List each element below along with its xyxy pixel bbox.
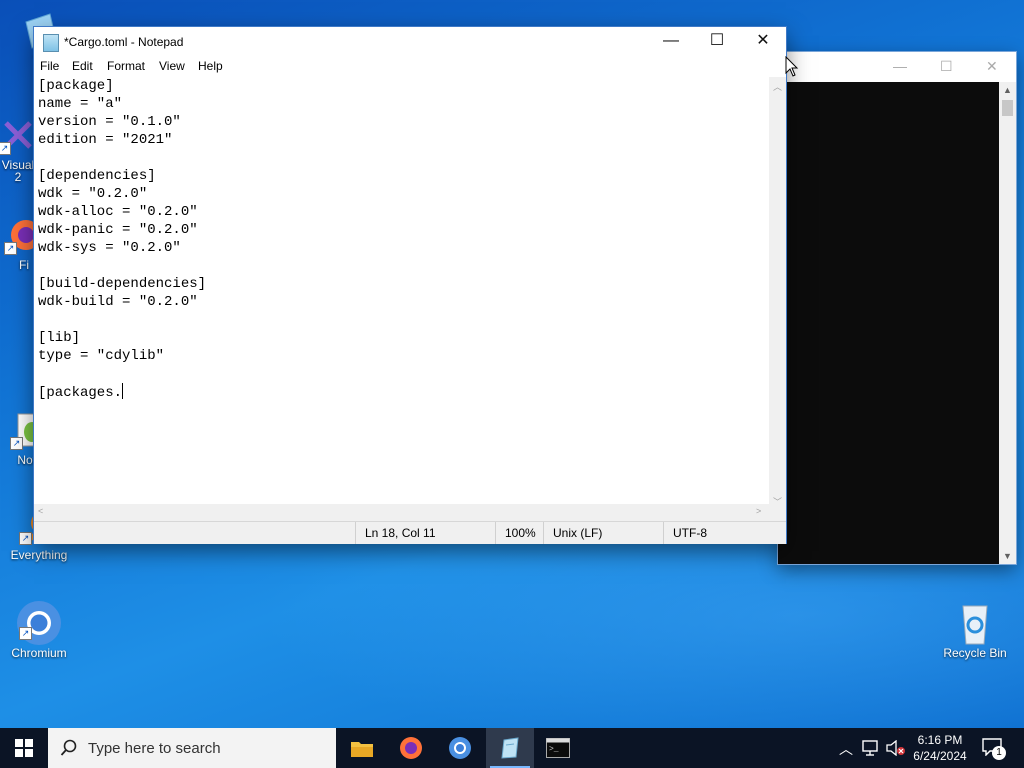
recycle-bin-icon <box>955 600 995 645</box>
status-cursor-position: Ln 18, Col 11 <box>355 522 495 544</box>
chromium-icon <box>449 737 471 759</box>
taskbar-terminal[interactable]: >_ <box>534 728 582 768</box>
status-bar: Ln 18, Col 11 100% Unix (LF) UTF-8 <box>34 521 786 544</box>
console-output[interactable] <box>778 82 999 564</box>
taskbar-firefox[interactable] <box>387 728 435 768</box>
scroll-down-icon[interactable]: ▼ <box>999 551 1016 561</box>
minimize-icon[interactable]: — <box>893 58 907 74</box>
visual-studio-icon: ↗ <box>0 115 38 155</box>
menu-format[interactable]: Format <box>107 59 145 73</box>
clock-time: 6:16 PM <box>917 733 963 747</box>
scroll-left-icon[interactable]: < <box>38 506 43 516</box>
scroll-right-icon[interactable]: > <box>756 506 761 516</box>
network-icon[interactable] <box>862 740 880 756</box>
search-icon <box>60 739 77 756</box>
notification-center-button[interactable]: 1 <box>982 738 1006 760</box>
desktop-icon-recycle-bin[interactable]: Recycle Bin <box>937 600 1013 660</box>
taskbar-chromium[interactable] <box>436 728 484 768</box>
terminal-icon: >_ <box>546 738 570 758</box>
console-titlebar[interactable]: — ☐ ✕ <box>778 52 1016 82</box>
menu-file[interactable]: File <box>40 59 59 73</box>
folder-icon <box>351 742 373 757</box>
console-vertical-scrollbar[interactable]: ▲ ▼ <box>999 82 1016 564</box>
desktop-icon-label: Everything <box>10 548 68 562</box>
text-caret <box>122 383 124 399</box>
windows-logo-icon <box>15 739 33 757</box>
search-placeholder: Type here to search <box>88 740 221 757</box>
mouse-cursor-icon <box>785 56 799 77</box>
menu-view[interactable]: View <box>159 59 185 73</box>
clock-date: 6/24/2024 <box>913 749 967 763</box>
minimize-icon: — <box>663 32 679 49</box>
notepad-titlebar[interactable]: *Cargo.toml - Notepad — ☐ ✕ <box>34 27 786 57</box>
console-window[interactable]: — ☐ ✕ ▲ ▼ <box>778 52 1016 564</box>
desktop: Th ↗ Visual 2 ↗ Fi ↗ Note ↗ Everything <box>0 0 1024 728</box>
window-title: *Cargo.toml - Notepad <box>64 35 184 49</box>
menu-bar: File Edit Format View Help <box>34 57 786 77</box>
notification-count-badge: 1 <box>992 746 1006 760</box>
menu-edit[interactable]: Edit <box>72 59 93 73</box>
horizontal-scrollbar[interactable]: < > <box>34 504 769 521</box>
menu-help[interactable]: Help <box>198 59 223 73</box>
desktop-icon-label: Chromium <box>11 646 67 660</box>
taskbar-notepad[interactable] <box>486 728 534 768</box>
firefox-icon <box>400 737 422 759</box>
maximize-icon: ☐ <box>709 32 725 49</box>
status-encoding: UTF-8 <box>663 522 773 544</box>
shortcut-arrow-icon: ↗ <box>0 142 11 155</box>
show-hidden-icons-chevron-icon[interactable]: ︿ <box>839 739 853 759</box>
maximize-button[interactable]: ☐ <box>694 27 740 57</box>
scroll-up-icon[interactable]: ︿ <box>773 80 782 93</box>
shortcut-arrow-icon: ↗ <box>19 627 32 640</box>
taskbar-file-explorer[interactable] <box>338 728 386 768</box>
volume-muted-icon[interactable] <box>886 740 906 756</box>
close-icon[interactable]: ✕ <box>986 58 998 75</box>
shortcut-arrow-icon: ↗ <box>4 242 17 255</box>
start-button[interactable] <box>0 728 48 768</box>
status-zoom: 100% <box>495 522 545 544</box>
maximize-icon[interactable]: ☐ <box>940 58 953 75</box>
scroll-thumb[interactable] <box>1002 100 1013 116</box>
shortcut-arrow-icon: ↗ <box>19 532 32 545</box>
taskbar-search-box[interactable]: Type here to search <box>48 728 336 768</box>
clock[interactable]: 6:16 PM 6/24/2024 <box>905 732 975 764</box>
taskbar: Type here to search >_ ︿ 6:16 PM 6/24/20… <box>0 728 1024 768</box>
scrollbar-corner <box>769 504 786 521</box>
desktop-icon-label: Recycle Bin <box>943 646 1007 660</box>
notepad-icon <box>501 737 519 759</box>
shortcut-arrow-icon: ↗ <box>10 437 23 450</box>
status-line-ending: Unix (LF) <box>543 522 663 544</box>
chromium-icon: ↗ <box>17 600 61 645</box>
svg-text:>_: >_ <box>549 745 559 754</box>
scroll-up-icon[interactable]: ▲ <box>999 85 1016 95</box>
minimize-button[interactable]: — <box>648 27 694 57</box>
vertical-scrollbar[interactable]: ︿ ﹀ <box>769 77 786 530</box>
notepad-icon <box>43 34 59 52</box>
desktop-icon-chromium[interactable]: ↗ Chromium <box>1 600 77 660</box>
text-editor[interactable]: [package] name = "a" version = "0.1.0" e… <box>34 77 769 530</box>
editor-content: [package] name = "a" version = "0.1.0" e… <box>38 78 207 401</box>
close-button[interactable]: ✕ <box>740 27 786 57</box>
notepad-window[interactable]: *Cargo.toml - Notepad — ☐ ✕ File Edit Fo… <box>34 27 786 544</box>
close-icon: ✕ <box>756 32 770 49</box>
